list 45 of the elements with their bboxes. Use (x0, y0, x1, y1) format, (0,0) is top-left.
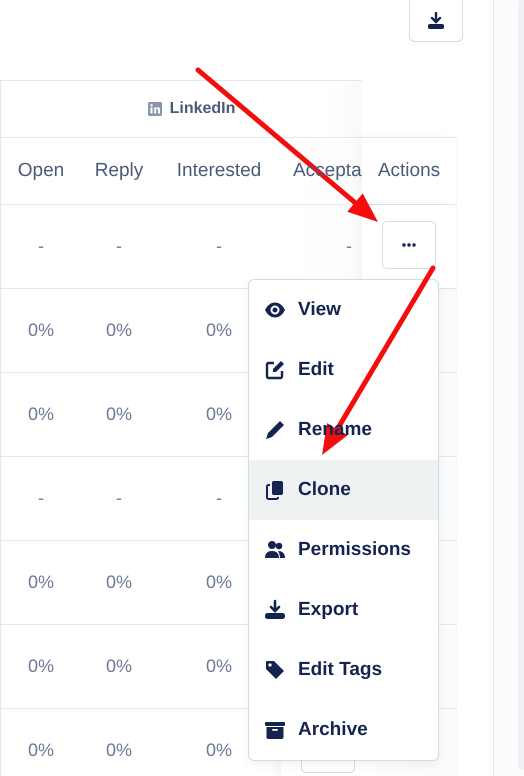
menu-item[interactable]: Permissions (249, 520, 438, 580)
archive-icon (264, 719, 286, 741)
table-cell: 0% (206, 320, 232, 341)
linkedin-icon (148, 102, 162, 116)
menu-item[interactable]: Edit Tags (249, 640, 438, 700)
menu-item[interactable]: Clone (249, 460, 438, 520)
table-cell: 0% (28, 572, 54, 593)
pencil-icon (264, 419, 286, 441)
menu-item[interactable]: Archive (249, 700, 438, 760)
table-cell: 0% (106, 320, 132, 341)
table-cell: - (38, 488, 44, 509)
table-cell: 0% (28, 404, 54, 425)
column-header: Reply (94, 160, 144, 182)
copy-icon (264, 479, 286, 501)
column-header: Interested (176, 160, 262, 182)
tag-icon (264, 659, 286, 681)
more-icon (402, 243, 416, 247)
menu-item[interactable]: View (249, 280, 438, 340)
download-icon (264, 599, 286, 621)
column-header: Open (18, 160, 64, 182)
download-icon (427, 12, 445, 30)
download-button[interactable] (409, 0, 463, 42)
table-cell: 0% (106, 740, 132, 761)
table-cell: 0% (106, 572, 132, 593)
group-title: LinkedIn (170, 100, 236, 118)
table-cell: 0% (28, 320, 54, 341)
menu-item[interactable]: Export (249, 580, 438, 640)
table-cell: - (216, 236, 222, 257)
menu-item[interactable]: Edit (249, 340, 438, 400)
table-cell: - (116, 488, 122, 509)
table-cell: 0% (28, 740, 54, 761)
table-cell: 0% (106, 656, 132, 677)
table-cell: - (216, 488, 222, 509)
table-cell: 0% (206, 404, 232, 425)
table-cell: 0% (28, 656, 54, 677)
column-header: Actions (378, 160, 440, 182)
table-cell: 0% (206, 656, 232, 677)
table-cell: - (116, 236, 122, 257)
table-cell: - (346, 236, 352, 257)
table-cell: 0% (206, 572, 232, 593)
table-cell: 0% (206, 740, 232, 761)
table-cell: 0% (106, 404, 132, 425)
table-cell: - (38, 236, 44, 257)
users-icon (264, 539, 286, 561)
edit-icon (264, 359, 286, 381)
